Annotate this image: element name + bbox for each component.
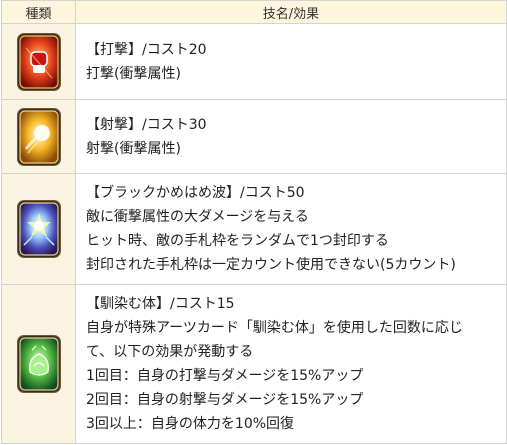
table-row: 【打撃】/コスト20 打撃(衝撃属性) <box>1 23 507 100</box>
effect-line: て、以下の効果が発動する <box>86 344 254 360</box>
type-cell <box>1 173 76 285</box>
description-cell: 【打撃】/コスト20 打撃(衝撃属性) <box>75 23 507 100</box>
skill-table: 種類 技名/効果 【打撃】/コスト20 打撃(衝撃属性) 【射撃】/コスト30 … <box>1 0 507 444</box>
effect-line: 3回以上：自身の体力を10%回復 <box>86 416 295 432</box>
shoot-card-icon <box>17 108 60 165</box>
header-type: 種類 <box>1 0 76 24</box>
header-effect: 技名/効果 <box>75 0 507 24</box>
effect-line: 1回目：自身の打撃与ダメージを15%アップ <box>86 368 364 384</box>
description-cell: 【ブラックかめはめ波】/コスト50 敵に衝撃属性の大ダメージを与える ヒット時、… <box>75 173 507 285</box>
header-row: 種類 技名/効果 <box>1 0 507 24</box>
effect-line: 封印された手札枠は一定カウント使用できない(5カウント) <box>86 257 456 273</box>
strike-card-icon <box>17 33 60 90</box>
effect-line: ヒット時、敵の手札枠をランダムで1つ封印する <box>86 233 389 249</box>
effect-line: 自身が特殊アーツカード「馴染む体」を使用した回数に応じ <box>86 320 463 336</box>
type-cell <box>1 284 76 444</box>
effect-line: 射撃(衝撃属性) <box>86 140 181 157</box>
effect-line: 敵に衝撃属性の大ダメージを与える <box>86 209 309 225</box>
skill-name: 【射撃】/コスト30 <box>86 116 207 133</box>
table-row: 【射撃】/コスト30 射撃(衝撃属性) <box>1 99 507 174</box>
table-row: 【ブラックかめはめ波】/コスト50 敵に衝撃属性の大ダメージを与える ヒット時、… <box>1 173 507 285</box>
description-cell: 【馴染む体】/コスト15 自身が特殊アーツカード「馴染む体」を使用した回数に応じ… <box>75 284 507 444</box>
table-row: 【馴染む体】/コスト15 自身が特殊アーツカード「馴染む体」を使用した回数に応じ… <box>1 284 507 444</box>
skill-name: 【ブラックかめはめ波】/コスト50 <box>86 185 305 201</box>
skill-name: 【馴染む体】/コスト15 <box>86 296 235 312</box>
effect-line: 打撃(衝撃属性) <box>86 65 181 82</box>
description-cell: 【射撃】/コスト30 射撃(衝撃属性) <box>75 99 507 174</box>
type-cell <box>1 99 76 174</box>
black-kamehameha-card-icon <box>17 201 60 257</box>
familiar-body-card-icon <box>17 336 60 392</box>
skill-name: 【打撃】/コスト20 <box>86 41 207 58</box>
type-cell <box>1 23 76 100</box>
effect-line: 2回目：自身の射撃与ダメージを15%アップ <box>86 392 364 408</box>
